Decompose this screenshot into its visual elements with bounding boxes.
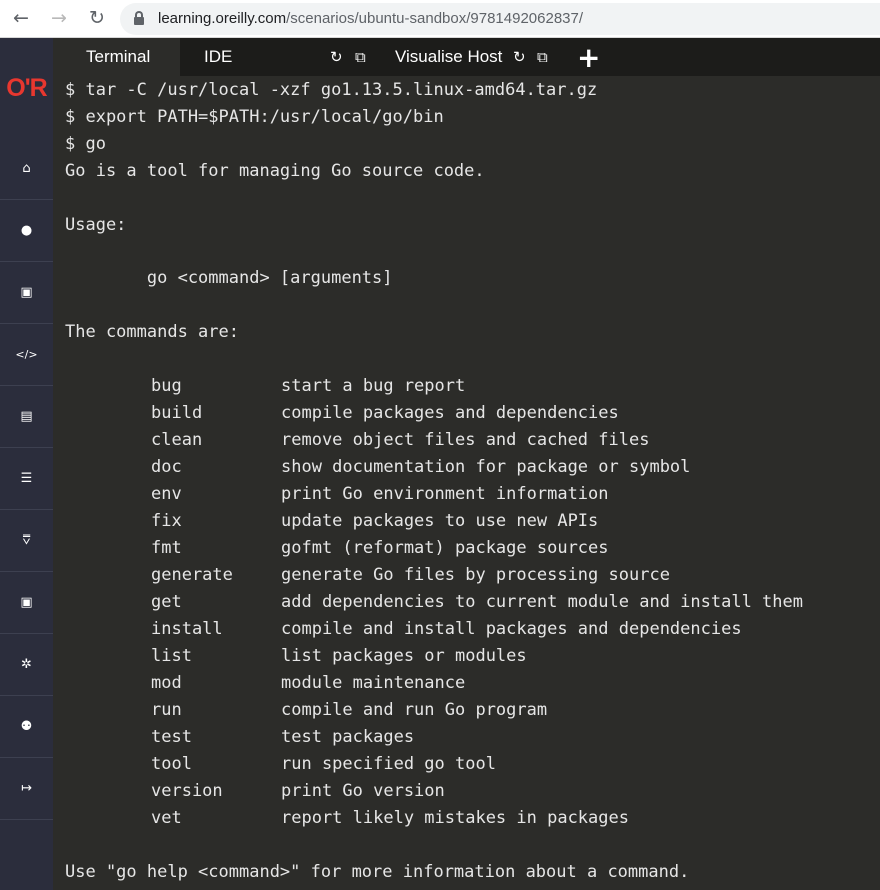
command-name: test xyxy=(151,727,192,747)
command-description: generate Go files by processing source xyxy=(281,565,670,585)
terminal-line: go <command> [arguments] xyxy=(65,268,393,288)
add-tab-icon[interactable]: + xyxy=(577,38,600,76)
command-name: generate xyxy=(151,565,233,585)
command-name: install xyxy=(151,619,223,639)
code-icon[interactable]: </> xyxy=(0,324,53,386)
command-name: version xyxy=(151,781,223,801)
command-description: module maintenance xyxy=(281,673,466,693)
terminal-line: $ export PATH=$PATH:/usr/local/go/bin xyxy=(65,107,444,127)
command-name: tool xyxy=(151,754,192,774)
command-description: update packages to use new APIs xyxy=(281,511,599,531)
terminal-footer-line: Use "go help <command>" for more informa… xyxy=(65,862,690,882)
terminal-line: The commands are: xyxy=(65,322,239,342)
command-description: report likely mistakes in packages xyxy=(281,808,629,828)
copy-icon[interactable]: ▣ xyxy=(0,262,53,324)
forward-icon[interactable]: → xyxy=(46,5,72,31)
command-name: vet xyxy=(151,808,182,828)
terminal-line: $ tar -C /usr/local -xzf go1.13.5.linux-… xyxy=(65,80,598,100)
logo-text: O'R xyxy=(6,73,47,102)
command-name: env xyxy=(151,484,182,504)
command-description: compile and install packages and depende… xyxy=(281,619,742,639)
command-name: get xyxy=(151,592,182,612)
command-description: test packages xyxy=(281,727,415,747)
terminal-line: $ go xyxy=(65,134,106,154)
refresh-icon[interactable]: ↻ xyxy=(330,38,343,76)
command-name: build xyxy=(151,403,203,423)
browser-toolbar: ← → ↻ learning.oreilly.com/scenarios/ubu… xyxy=(0,0,880,38)
tab-visualise-host[interactable]: Visualise Host xyxy=(395,38,502,76)
list-icon[interactable]: ☰ xyxy=(0,448,53,510)
command-description: gofmt (reformat) package sources xyxy=(281,538,609,558)
command-name: bug xyxy=(151,376,182,396)
command-name: fix xyxy=(151,511,182,531)
lock-icon xyxy=(134,11,144,25)
reload-icon[interactable]: ↻ xyxy=(84,5,110,31)
refresh-icon-2[interactable]: ↻ xyxy=(513,38,526,76)
address-bar[interactable]: learning.oreilly.com/scenarios/ubuntu-sa… xyxy=(120,3,880,35)
command-name: run xyxy=(151,700,182,720)
terminal-line: Go is a tool for managing Go source code… xyxy=(65,161,485,181)
oreilly-logo[interactable]: O'R xyxy=(0,38,53,138)
tab-terminal[interactable]: Terminal xyxy=(53,38,181,76)
tab-bar: Terminal IDE ↻ ⧉ Visualise Host ↻ ⧉ + xyxy=(53,38,880,76)
sitemap-icon[interactable]: ⩢ xyxy=(0,510,53,572)
terminal-line: Usage: xyxy=(65,215,127,235)
terminal-output[interactable]: $ tar -C /usr/local -xzf go1.13.5.linux-… xyxy=(53,76,880,890)
command-description: show documentation for package or symbol xyxy=(281,457,691,477)
external-link-icon-2[interactable]: ⧉ xyxy=(537,38,548,76)
gear-icon[interactable]: ✲ xyxy=(0,634,53,696)
command-description: start a bug report xyxy=(281,376,466,396)
command-description: add dependencies to current module and i… xyxy=(281,592,803,612)
command-name: mod xyxy=(151,673,182,693)
command-description: list packages or modules xyxy=(281,646,527,666)
command-name: doc xyxy=(151,457,182,477)
sign-out-icon[interactable]: ↦ xyxy=(0,758,53,820)
home-icon[interactable]: ⌂ xyxy=(0,138,53,200)
command-description: remove object files and cached files xyxy=(281,430,650,450)
copy-icon-2[interactable]: ▣ xyxy=(0,572,53,634)
left-sidebar: O'R ⌂ ● ▣ </> ▤ ☰ ⩢ ▣ ✲ ⚉ ↦ xyxy=(0,38,53,890)
command-name: clean xyxy=(151,430,203,450)
command-description: run specified go tool xyxy=(281,754,496,774)
back-icon[interactable]: ← xyxy=(8,5,34,31)
url-host: learning.oreilly.com xyxy=(158,10,287,27)
tab-ide[interactable]: IDE xyxy=(204,38,232,76)
command-description: compile and run Go program xyxy=(281,700,548,720)
command-description: print Go version xyxy=(281,781,445,801)
external-link-icon[interactable]: ⧉ xyxy=(355,38,366,76)
command-name: fmt xyxy=(151,538,182,558)
user-icon[interactable]: ● xyxy=(0,200,53,262)
user-cog-icon[interactable]: ⚉ xyxy=(0,696,53,758)
id-card-icon[interactable]: ▤ xyxy=(0,386,53,448)
url-text: learning.oreilly.com/scenarios/ubuntu-sa… xyxy=(158,10,583,27)
command-description: print Go environment information xyxy=(281,484,609,504)
url-path: /scenarios/ubuntu-sandbox/9781492062837/ xyxy=(286,10,584,27)
command-name: list xyxy=(151,646,192,666)
command-description: compile packages and dependencies xyxy=(281,403,619,423)
